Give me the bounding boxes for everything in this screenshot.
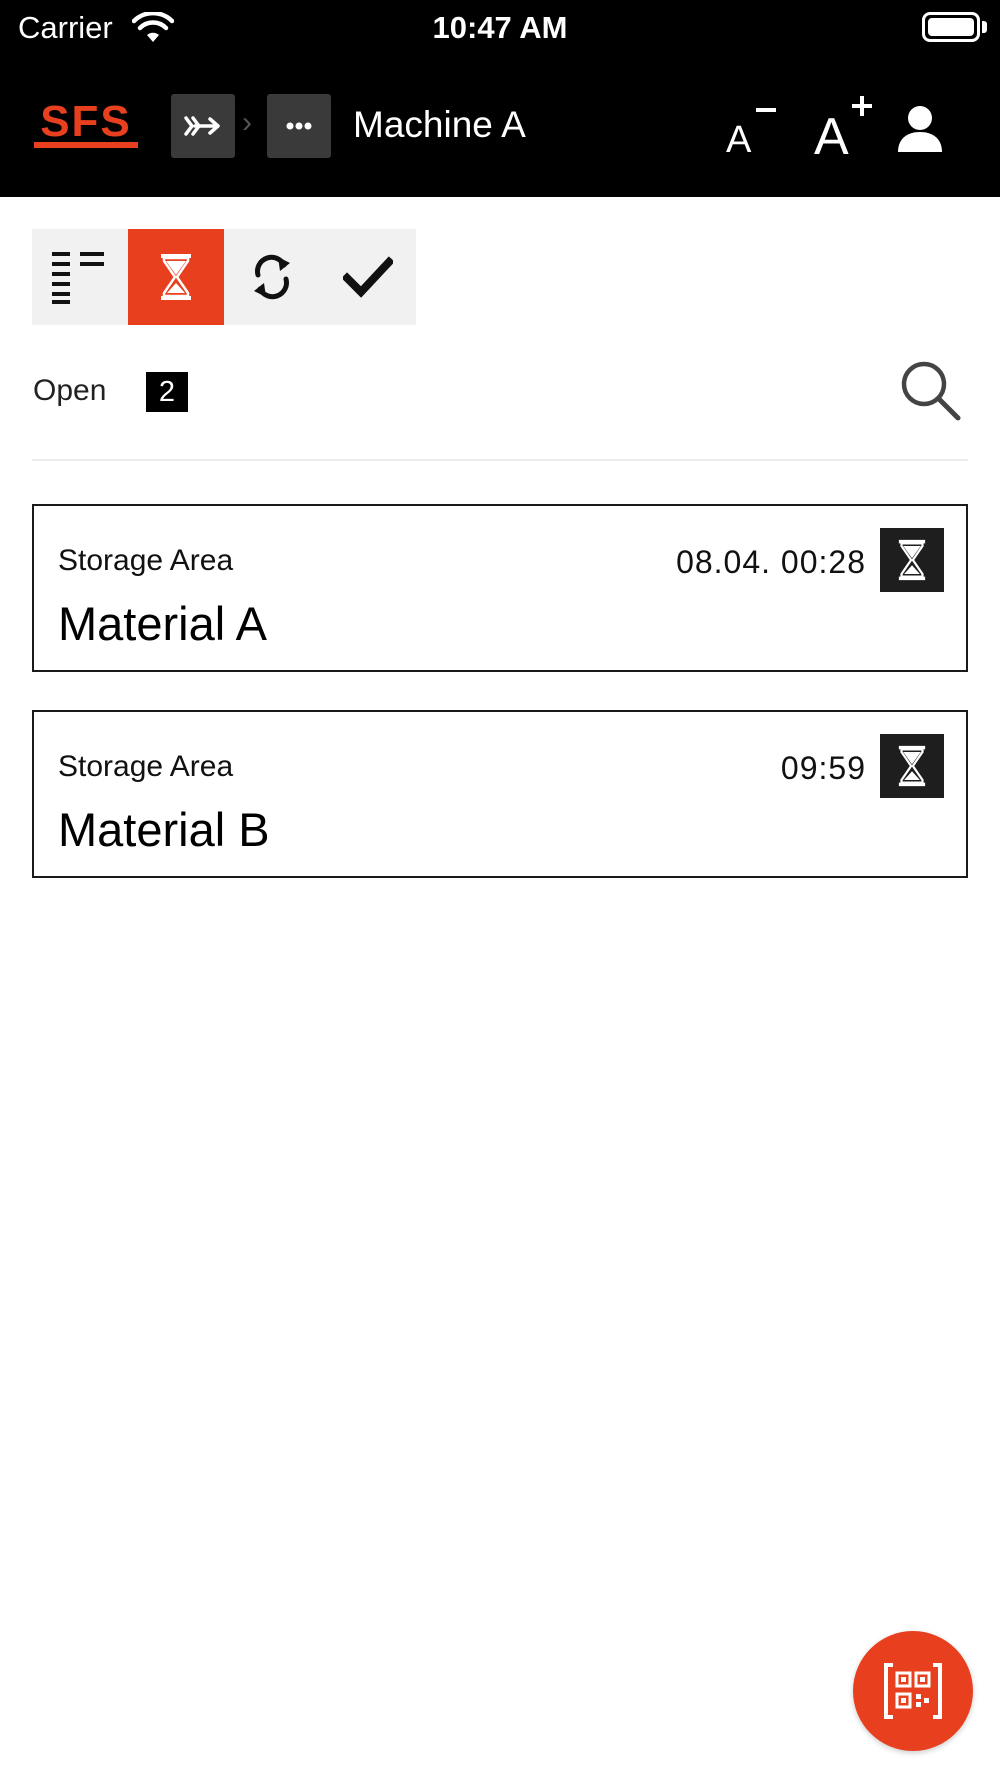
status-filter — [32, 229, 416, 325]
refresh-icon — [254, 254, 290, 300]
qr-scan-icon — [884, 1663, 942, 1719]
battery-icon — [922, 12, 980, 42]
divider — [32, 459, 968, 461]
battery-tip — [982, 21, 987, 33]
item-time: 09:59 — [780, 750, 866, 786]
filter-all[interactable] — [32, 229, 128, 325]
user-profile-icon[interactable] — [896, 104, 944, 154]
font-decrease-label: A — [726, 119, 752, 158]
hourglass-icon — [898, 745, 926, 787]
open-label: Open — [33, 374, 107, 407]
item-status — [880, 734, 944, 798]
sfs-logo: SFS — [34, 97, 138, 148]
breadcrumb-more-button[interactable] — [267, 94, 331, 158]
item-area: Storage Area — [58, 544, 234, 577]
item-title: Material A — [58, 597, 267, 650]
item-title: Material B — [58, 803, 270, 856]
double-arrow-icon — [184, 116, 220, 136]
logo-text: SFS — [40, 97, 132, 146]
font-increase-button[interactable]: A — [812, 94, 878, 160]
open-count-badge: 2 — [146, 372, 188, 412]
item-time: 08.04. 00:28 — [676, 544, 866, 580]
status-bar: Carrier 10:47 AM — [0, 0, 1000, 58]
clock: 10:47 AM — [432, 10, 568, 45]
font-decrease-button[interactable]: A — [722, 98, 782, 158]
list-icon — [52, 252, 104, 304]
list-item[interactable]: Storage Area Material A 08.04. 00:28 — [32, 504, 968, 672]
app-header: SFS › Machine A A A — [0, 58, 1000, 197]
hourglass-icon — [898, 539, 926, 581]
checkmark-icon — [343, 256, 393, 298]
page-title: Machine A — [353, 104, 526, 145]
search-icon[interactable] — [898, 358, 962, 422]
more-horizontal-icon — [286, 122, 312, 130]
item-status — [880, 528, 944, 592]
hourglass-icon — [161, 254, 191, 300]
breadcrumb-separator-icon: › — [242, 106, 252, 139]
scan-qr-button[interactable] — [853, 1631, 973, 1751]
filter-done[interactable] — [320, 229, 416, 325]
list-item[interactable]: Storage Area Material B 09:59 — [32, 710, 968, 878]
breadcrumb-home-button[interactable] — [171, 94, 235, 158]
filter-in-progress[interactable] — [224, 229, 320, 325]
font-increase-label: A — [814, 108, 849, 160]
filter-pending[interactable] — [128, 229, 224, 325]
item-area: Storage Area — [58, 750, 234, 783]
